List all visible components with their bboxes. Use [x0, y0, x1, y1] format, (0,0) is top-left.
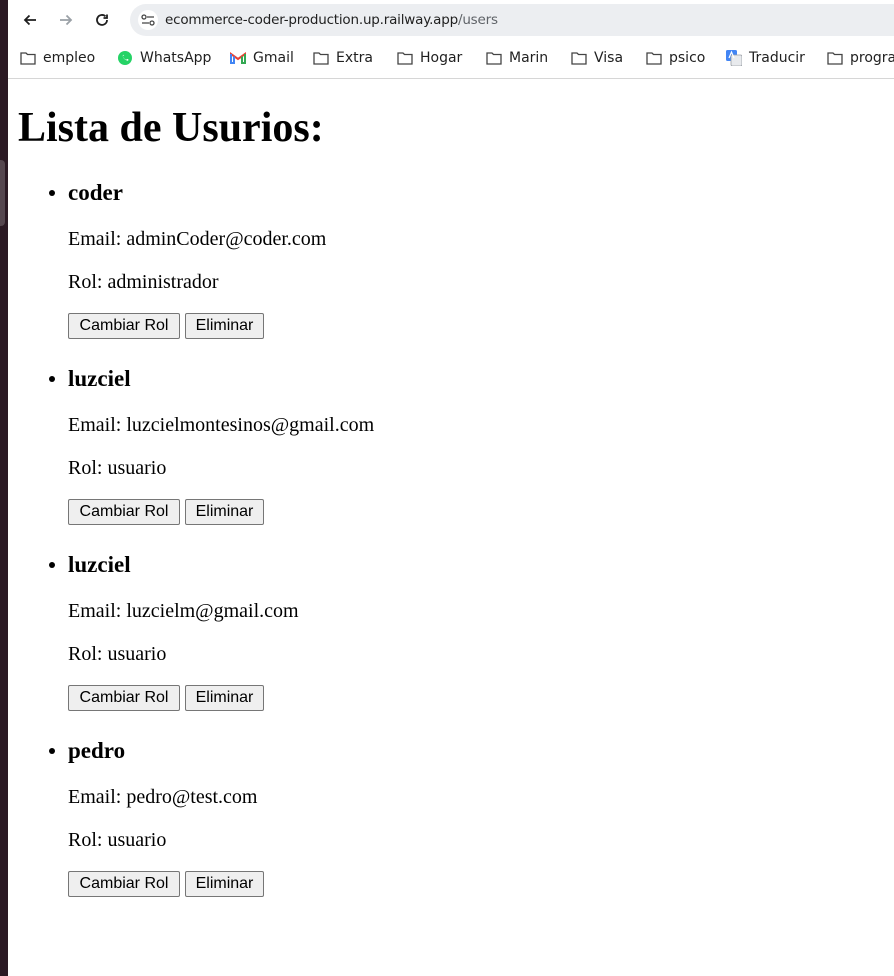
bookmark-progra[interactable]: progra [827, 48, 894, 68]
user-email: Email: luzcielmontesinos@gmail.com [68, 414, 375, 436]
bookmark-whatsapp[interactable]: WhatsApp [117, 48, 211, 68]
reload-icon [96, 14, 108, 26]
whatsapp-icon [117, 50, 133, 66]
translate-icon [726, 50, 742, 66]
user-list-item: luzciel Email: luzcielmontesinos@gmail.c… [18, 364, 818, 550]
user-name: pedro [68, 738, 126, 763]
bookmark-label: Marin [509, 50, 549, 66]
user-list-item: pedro Email: pedro@test.com Rol: usuario… [18, 736, 818, 922]
arrow-left-icon [23, 14, 36, 26]
user-role: Rol: usuario [68, 643, 167, 665]
user-name: coder [68, 180, 123, 205]
back-button[interactable] [17, 7, 43, 33]
bookmark-label: Gmail [253, 50, 294, 66]
user-name: luzciel [68, 552, 131, 577]
address-bar[interactable]: ecommerce-coder-production.up.railway.ap… [130, 4, 894, 36]
bookmark-traducir[interactable]: Traducir [726, 48, 805, 68]
bookmark-label: Extra [336, 50, 373, 66]
change-role-button[interactable]: Cambiar Rol [68, 871, 180, 897]
tune-icon [141, 14, 155, 26]
folder-icon [827, 50, 843, 66]
user-actions: Cambiar Rol Eliminar [68, 685, 264, 711]
user-role: Rol: usuario [68, 457, 167, 479]
bookmark-label: Traducir [749, 50, 805, 66]
dock-handle[interactable] [0, 160, 5, 226]
user-actions: Cambiar Rol Eliminar [68, 313, 264, 339]
arrow-right-icon [60, 14, 73, 26]
folder-icon [313, 50, 329, 66]
user-list-item: coder Email: adminCoder@coder.com Rol: a… [18, 178, 818, 364]
bookmarks-bar: empleo WhatsApp Gmail Extra Hogar Marin … [8, 40, 894, 76]
bookmark-gmail[interactable]: Gmail [230, 48, 294, 68]
bookmark-label: Hogar [420, 50, 463, 66]
delete-button[interactable]: Eliminar [185, 499, 264, 525]
forward-button[interactable] [53, 7, 79, 33]
change-role-button[interactable]: Cambiar Rol [68, 685, 180, 711]
user-email: Email: luzcielm@gmail.com [68, 600, 299, 622]
delete-button[interactable]: Eliminar [185, 313, 264, 339]
browser-chrome: ecommerce-coder-production.up.railway.ap… [8, 0, 894, 79]
delete-button[interactable]: Eliminar [185, 685, 264, 711]
bullet-icon [49, 190, 55, 196]
user-actions: Cambiar Rol Eliminar [68, 499, 264, 525]
folder-icon [486, 50, 502, 66]
os-side-strip [0, 0, 8, 976]
user-role: Rol: administrador [68, 271, 219, 293]
bookmark-label: WhatsApp [140, 50, 212, 66]
bookmark-psico[interactable]: psico [646, 48, 705, 68]
bullet-icon [49, 748, 55, 754]
bookmark-empleo[interactable]: empleo [20, 48, 95, 68]
bookmark-label: progra [850, 50, 894, 66]
bookmark-label: empleo [43, 50, 96, 66]
change-role-button[interactable]: Cambiar Rol [68, 499, 180, 525]
bullet-icon [49, 376, 55, 382]
change-role-button[interactable]: Cambiar Rol [68, 313, 180, 339]
user-role: Rol: usuario [68, 829, 167, 851]
delete-button[interactable]: Eliminar [185, 871, 264, 897]
reload-button[interactable] [89, 7, 115, 33]
bookmark-label: Visa [594, 50, 624, 66]
browser-toolbar: ecommerce-coder-production.up.railway.ap… [8, 0, 894, 40]
bookmark-visa[interactable]: Visa [571, 48, 623, 68]
url-text: ecommerce-coder-production.up.railway.ap… [165, 4, 498, 36]
page-title: Lista de Usurios: [18, 105, 324, 151]
user-list: coder Email: adminCoder@coder.com Rol: a… [18, 178, 818, 922]
folder-icon [20, 50, 36, 66]
folder-icon [397, 50, 413, 66]
bookmark-hogar[interactable]: Hogar [397, 48, 462, 68]
folder-icon [646, 50, 662, 66]
user-name: luzciel [68, 366, 131, 391]
user-email: Email: pedro@test.com [68, 786, 258, 808]
user-list-item: luzciel Email: luzcielm@gmail.com Rol: u… [18, 550, 818, 736]
user-email: Email: adminCoder@coder.com [68, 228, 327, 250]
url-path: /users [457, 12, 498, 28]
bookmark-label: psico [669, 50, 706, 66]
bullet-icon [49, 562, 55, 568]
bookmark-marin[interactable]: Marin [486, 48, 548, 68]
user-actions: Cambiar Rol Eliminar [68, 871, 264, 897]
folder-icon [571, 50, 587, 66]
url-domain: ecommerce-coder-production.up.railway.ap… [165, 12, 458, 28]
gmail-icon [230, 50, 246, 66]
site-info-button[interactable] [138, 10, 158, 30]
bookmark-extra[interactable]: Extra [313, 48, 373, 68]
